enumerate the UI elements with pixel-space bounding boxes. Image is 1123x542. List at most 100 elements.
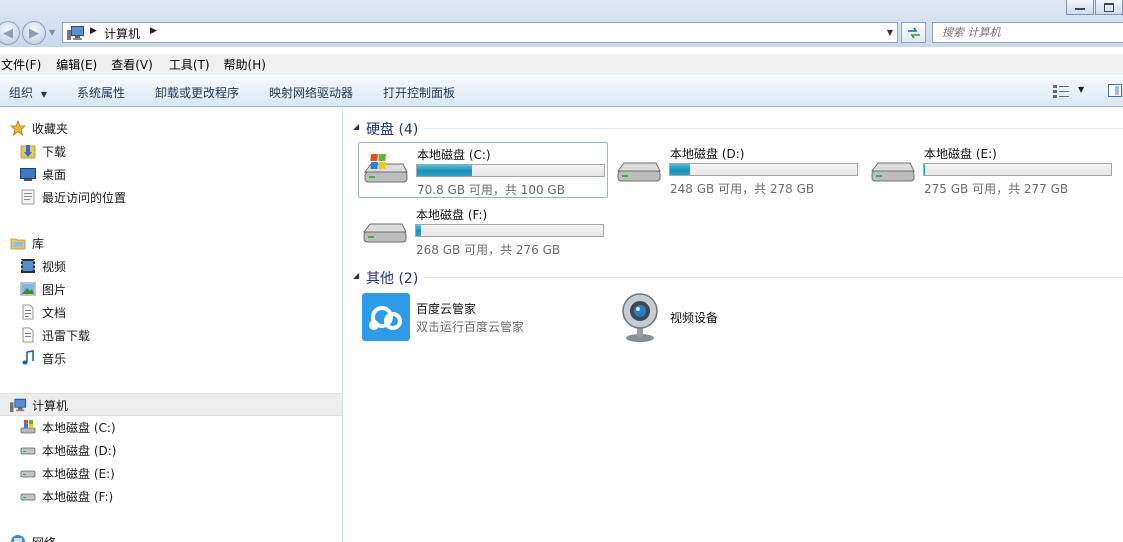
nav-videos[interactable]: 视频 xyxy=(0,255,342,277)
drive-tile-d[interactable]: 本地磁盘 (D:) 248 GB 可用，共 278 GB xyxy=(612,142,862,198)
content-pane: ◢ 硬盘 (4) 本地磁盘 (C:) 70.8 GB 可用，共 100 GB 本… xyxy=(344,107,1123,542)
drive-f-usage-fill xyxy=(416,225,422,236)
nav-drive-c[interactable]: 本地磁盘 (C:) xyxy=(0,416,342,438)
video-icon xyxy=(21,259,35,273)
breadcrumb-computer[interactable]: 计算机 xyxy=(104,25,140,42)
nav-computer-label: 计算机 xyxy=(32,399,69,413)
nav-desktop[interactable]: 桌面 xyxy=(0,163,342,185)
nav-documents-label: 文档 xyxy=(42,306,67,320)
open-control-panel-button[interactable]: 打开控制面板 xyxy=(383,84,455,101)
forward-button[interactable]: ▶ xyxy=(22,21,46,45)
chevron-down-icon: ▼ xyxy=(40,90,47,99)
nav-drive-c-label: 本地磁盘 (C:) xyxy=(42,421,116,435)
folder-download-icon xyxy=(20,145,36,159)
drive-f-usage-bar xyxy=(415,224,604,237)
menu-help[interactable]: 帮助(H) xyxy=(222,56,274,73)
breadcrumb-chevron-icon[interactable]: ▶ xyxy=(90,26,97,36)
music-icon xyxy=(22,350,34,365)
nav-xunlei-downloads[interactable]: 迅雷下载 xyxy=(0,324,342,346)
drive-tile-f[interactable]: 本地磁盘 (F:) 268 GB 可用，共 276 GB xyxy=(358,203,608,259)
breadcrumb-chevron-icon[interactable]: ▶ xyxy=(150,26,157,36)
baidu-cloud-description: 双击运行百度云管家 xyxy=(416,320,525,334)
nav-drive-d[interactable]: 本地磁盘 (D:) xyxy=(0,439,342,461)
windows-drive-icon xyxy=(364,154,408,183)
menu-view[interactable]: 查看(V) xyxy=(109,56,161,73)
drive-d-usage-bar xyxy=(669,163,858,176)
nav-xunlei-label: 迅雷下载 xyxy=(42,329,91,343)
drive-c-usage-bar xyxy=(416,164,605,177)
menu-file[interactable]: 文件(F) xyxy=(0,56,49,73)
drive-c-usage-fill xyxy=(417,165,472,176)
nav-network-label: 网络 xyxy=(32,534,56,542)
group-other-label: 其他 (2) xyxy=(366,271,419,287)
nav-pictures-label: 图片 xyxy=(42,283,67,297)
drive-f-free-space: 268 GB 可用，共 276 GB xyxy=(416,243,561,257)
drive-d-usage-fill xyxy=(670,164,691,175)
view-options-dropdown[interactable]: ▼ xyxy=(1078,85,1084,94)
drive-d-free-space: 248 GB 可用，共 278 GB xyxy=(670,182,815,196)
menu-edit[interactable]: 编辑(E) xyxy=(54,56,105,73)
nav-pictures[interactable]: 图片 xyxy=(0,278,342,300)
nav-documents[interactable]: 文档 xyxy=(0,301,342,323)
address-bar-area: ◀ ▶ ▼ ▶ 计算机 ▶ ▼ xyxy=(0,0,1123,47)
system-properties-button[interactable]: 系统属性 xyxy=(77,84,125,101)
back-button[interactable]: ◀ xyxy=(0,21,20,45)
drive-tile-e[interactable]: 本地磁盘 (E:) 275 GB 可用，共 277 GB xyxy=(866,142,1116,198)
menu-tools[interactable]: 工具(T) xyxy=(167,56,218,73)
drive-icon xyxy=(20,447,36,455)
nav-favorites[interactable]: 收藏夹 xyxy=(0,117,342,139)
navigation-pane: 收藏夹 下载 桌面 最近访问的位置 库 视频 图片 文档 迅雷下载 音乐 计算机… xyxy=(0,107,343,542)
drive-e-name: 本地磁盘 (E:) xyxy=(924,147,997,161)
drive-icon xyxy=(617,162,661,182)
nav-libraries-label: 库 xyxy=(32,237,45,251)
nav-computer[interactable]: 计算机 xyxy=(0,393,342,416)
drive-d-name: 本地磁盘 (D:) xyxy=(670,147,745,161)
drive-c-free-space: 70.8 GB 可用，共 100 GB xyxy=(417,183,565,197)
windows-drive-icon xyxy=(20,420,36,434)
map-network-drive-button[interactable]: 映射网络驱动器 xyxy=(269,84,353,101)
menu-bar: 文件(F) 编辑(E) 查看(V) 工具(T) 帮助(H) xyxy=(0,54,1123,75)
window-controls xyxy=(1065,0,1123,16)
nav-libraries[interactable]: 库 xyxy=(0,232,342,254)
uninstall-program-button[interactable]: 卸载或更改程序 xyxy=(155,84,239,101)
recent-pages-dropdown[interactable]: ▼ xyxy=(49,28,55,37)
nav-recent-places[interactable]: 最近访问的位置 xyxy=(0,186,342,208)
drive-tile-c[interactable]: 本地磁盘 (C:) 70.8 GB 可用，共 100 GB xyxy=(358,142,608,198)
refresh-icon xyxy=(907,27,920,38)
group-hard-disks[interactable]: ◢ 硬盘 (4) xyxy=(344,118,1123,138)
drive-e-free-space: 275 GB 可用，共 277 GB xyxy=(924,182,1069,196)
nav-drive-e[interactable]: 本地磁盘 (E:) xyxy=(0,462,342,484)
search-input[interactable] xyxy=(933,23,1123,42)
nav-drive-e-label: 本地磁盘 (E:) xyxy=(42,467,115,481)
drive-icon xyxy=(363,223,407,243)
picture-icon xyxy=(20,282,36,296)
organize-button[interactable]: 组织 ▼ xyxy=(9,84,47,101)
network-icon xyxy=(11,535,25,542)
nav-network[interactable]: 网络 xyxy=(0,531,342,542)
minimize-button[interactable] xyxy=(1066,0,1094,15)
change-view-icon[interactable] xyxy=(1053,84,1071,98)
address-history-dropdown[interactable]: ▼ xyxy=(887,28,893,37)
nav-drive-f[interactable]: 本地磁盘 (F:) xyxy=(0,485,342,507)
refresh-button[interactable] xyxy=(901,22,926,43)
group-other[interactable]: ◢ 其他 (2) xyxy=(344,267,1123,287)
nav-recent-label: 最近访问的位置 xyxy=(42,191,127,205)
nav-downloads[interactable]: 下载 xyxy=(0,140,342,162)
collapse-arrow-icon[interactable]: ◢ xyxy=(353,271,359,280)
preview-pane-button[interactable] xyxy=(1108,84,1122,97)
maximize-button[interactable] xyxy=(1095,0,1123,15)
drive-icon xyxy=(20,493,36,501)
drive-e-usage-fill xyxy=(924,164,926,175)
baidu-cloud-tile[interactable]: 百度云管家 双击运行百度云管家 xyxy=(358,291,608,347)
nav-music[interactable]: 音乐 xyxy=(0,347,342,369)
nav-drive-d-label: 本地磁盘 (D:) xyxy=(42,444,117,458)
star-icon xyxy=(10,120,26,136)
address-box[interactable]: ▶ 计算机 ▶ ▼ xyxy=(62,22,898,43)
nav-downloads-label: 下载 xyxy=(42,145,67,159)
nav-music-label: 音乐 xyxy=(42,352,67,366)
collapse-arrow-icon[interactable]: ◢ xyxy=(353,122,359,131)
group-divider xyxy=(424,128,1123,129)
webcam-tile[interactable]: 视频设备 xyxy=(612,291,862,347)
nav-videos-label: 视频 xyxy=(42,260,67,274)
search-box[interactable] xyxy=(932,22,1123,43)
